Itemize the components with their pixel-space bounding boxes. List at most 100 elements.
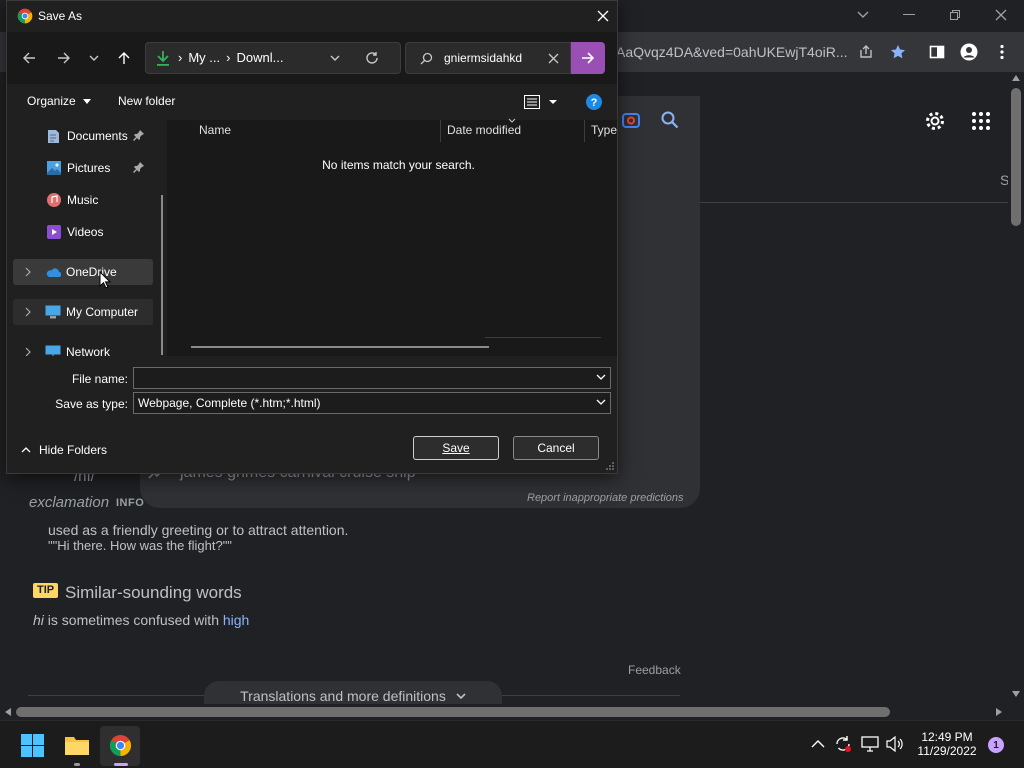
nav-item-documents[interactable]: Documents xyxy=(7,123,157,149)
pin-icon[interactable] xyxy=(133,129,145,141)
computer-icon xyxy=(45,305,61,319)
feedback-link[interactable]: Feedback xyxy=(628,663,681,677)
scroll-left-arrow-icon[interactable] xyxy=(5,708,11,716)
videos-icon xyxy=(47,225,61,239)
dialog-address-row: › My ... › Downl... xyxy=(7,32,617,84)
pin-icon[interactable] xyxy=(133,161,145,173)
search-input[interactable] xyxy=(444,43,544,73)
restore-icon[interactable] xyxy=(941,4,969,26)
forward-arrow-icon[interactable] xyxy=(57,51,71,65)
browser-menu-icon[interactable] xyxy=(992,42,1012,62)
back-arrow-icon[interactable] xyxy=(22,51,36,65)
clear-search-icon[interactable] xyxy=(548,53,559,64)
scroll-right-arrow-icon[interactable] xyxy=(996,708,1002,716)
breadcrumb-item-my[interactable]: My ... xyxy=(188,43,220,73)
vertical-scroll-thumb[interactable] xyxy=(1011,88,1021,226)
hide-folders-button[interactable]: Hide Folders xyxy=(21,443,107,457)
cancel-button[interactable]: Cancel xyxy=(513,436,599,460)
apps-grid-icon[interactable] xyxy=(971,111,991,131)
profile-icon[interactable] xyxy=(959,42,979,62)
refresh-icon[interactable] xyxy=(365,51,379,65)
organize-label: Organize xyxy=(27,94,76,108)
file-name-label: File name: xyxy=(71,372,128,386)
new-folder-button[interactable]: New folder xyxy=(118,94,175,108)
scroll-down-arrow-icon[interactable] xyxy=(1012,691,1020,697)
nav-item-videos[interactable]: Videos xyxy=(7,219,157,245)
nav-item-label: Videos xyxy=(67,225,104,239)
nav-item-network[interactable]: Network xyxy=(13,339,153,356)
similar-word: hi xyxy=(33,612,44,628)
expand-chevron-icon[interactable] xyxy=(25,267,31,277)
column-header-date-modified[interactable]: Date modified xyxy=(447,123,521,137)
save-as-type-select[interactable]: Webpage, Complete (*.htm;*.html) xyxy=(133,392,611,414)
save-as-type-chevron-icon[interactable] xyxy=(596,399,606,405)
music-icon xyxy=(47,193,61,207)
scroll-up-arrow-icon[interactable] xyxy=(1012,75,1020,81)
example-text: ""Hi there. How was the flight?"" xyxy=(48,538,232,553)
tab-search-icon[interactable] xyxy=(849,4,877,26)
nav-item-my-computer[interactable]: My Computer xyxy=(13,299,153,325)
dialog-close-icon[interactable] xyxy=(591,5,615,27)
organize-button[interactable]: Organize xyxy=(27,94,92,108)
navigation-pane[interactable]: Documents Pictures Music Videos OneDrive… xyxy=(7,120,165,356)
navigation-scrollbar[interactable] xyxy=(161,195,163,355)
settings-gear-icon[interactable] xyxy=(924,110,946,132)
save-button[interactable]: Save xyxy=(413,436,499,460)
expand-chevron-icon[interactable] xyxy=(25,347,31,356)
file-explorer-icon[interactable] xyxy=(64,734,90,756)
taskbar-clock[interactable]: 12:49 PM 11/29/2022 xyxy=(912,730,982,758)
report-predictions-link[interactable]: Report inappropriate predictions xyxy=(527,492,684,504)
address-bar[interactable]: › My ... › Downl... xyxy=(145,42,401,74)
help-icon[interactable]: ? xyxy=(586,94,602,110)
chrome-icon[interactable] xyxy=(109,734,132,757)
address-bar-url[interactable]: AaQvqz4DA&ved=0ahUKEwjT4oiR... xyxy=(616,38,852,66)
file-list-scrollbar[interactable] xyxy=(191,346,489,348)
network-folder-icon xyxy=(45,345,61,356)
definition-text: used as a friendly greeting or to attrac… xyxy=(48,522,349,538)
search-magnifier-icon xyxy=(420,52,433,65)
file-list-pane[interactable]: Name Date modified Type No items match y… xyxy=(167,118,617,356)
nav-item-label: My Computer xyxy=(66,305,139,319)
network-icon[interactable] xyxy=(861,736,879,752)
nav-item-pictures[interactable]: Pictures xyxy=(7,155,157,181)
file-name-field[interactable] xyxy=(133,367,611,389)
explorer-running-indicator xyxy=(74,763,80,766)
lens-camera-icon[interactable] xyxy=(621,110,641,130)
search-box[interactable] xyxy=(405,42,571,74)
notification-badge[interactable]: 1 xyxy=(988,737,1004,753)
similar-word-link[interactable]: high xyxy=(223,612,249,628)
side-panel-icon[interactable] xyxy=(927,42,947,62)
address-dropdown-chevron-icon[interactable] xyxy=(330,55,340,61)
file-name-dropdown-chevron-icon[interactable] xyxy=(596,374,606,380)
windows-start-icon[interactable] xyxy=(21,734,44,757)
column-header-name[interactable]: Name xyxy=(199,123,231,137)
show-hidden-icons-chevron-icon[interactable] xyxy=(811,739,825,748)
onedrive-cloud-icon xyxy=(45,266,61,278)
recent-locations-chevron-icon[interactable] xyxy=(89,55,99,61)
clock-date: 11/29/2022 xyxy=(917,744,977,758)
organize-chevron-icon xyxy=(83,99,92,105)
volume-icon[interactable] xyxy=(886,736,904,752)
search-icon[interactable] xyxy=(660,110,680,130)
minimize-icon[interactable] xyxy=(895,4,923,26)
expand-chevron-icon[interactable] xyxy=(25,307,31,317)
nav-item-onedrive[interactable]: OneDrive xyxy=(13,259,153,285)
bookmark-star-icon[interactable] xyxy=(888,42,908,62)
dialog-command-bar: Organize New folder ? xyxy=(7,84,617,120)
breadcrumb-item-downloads[interactable]: Downl... xyxy=(236,43,283,73)
up-arrow-icon[interactable] xyxy=(117,51,131,65)
sync-icon[interactable] xyxy=(834,735,852,753)
column-separator[interactable] xyxy=(584,120,585,142)
horizontal-scroll-thumb[interactable] xyxy=(16,707,890,717)
column-separator[interactable] xyxy=(440,120,441,142)
resize-grip-icon[interactable] xyxy=(606,462,614,470)
close-window-icon[interactable] xyxy=(987,4,1015,26)
search-go-button[interactable] xyxy=(571,42,605,74)
save-button-label: Save xyxy=(442,441,470,455)
chevron-up-icon xyxy=(21,447,31,453)
share-icon[interactable] xyxy=(856,42,876,62)
tip-badge: TIP xyxy=(33,583,59,598)
nav-item-music[interactable]: Music xyxy=(7,187,157,213)
column-header-type[interactable]: Type xyxy=(591,123,617,137)
view-options-icon[interactable] xyxy=(524,95,558,109)
